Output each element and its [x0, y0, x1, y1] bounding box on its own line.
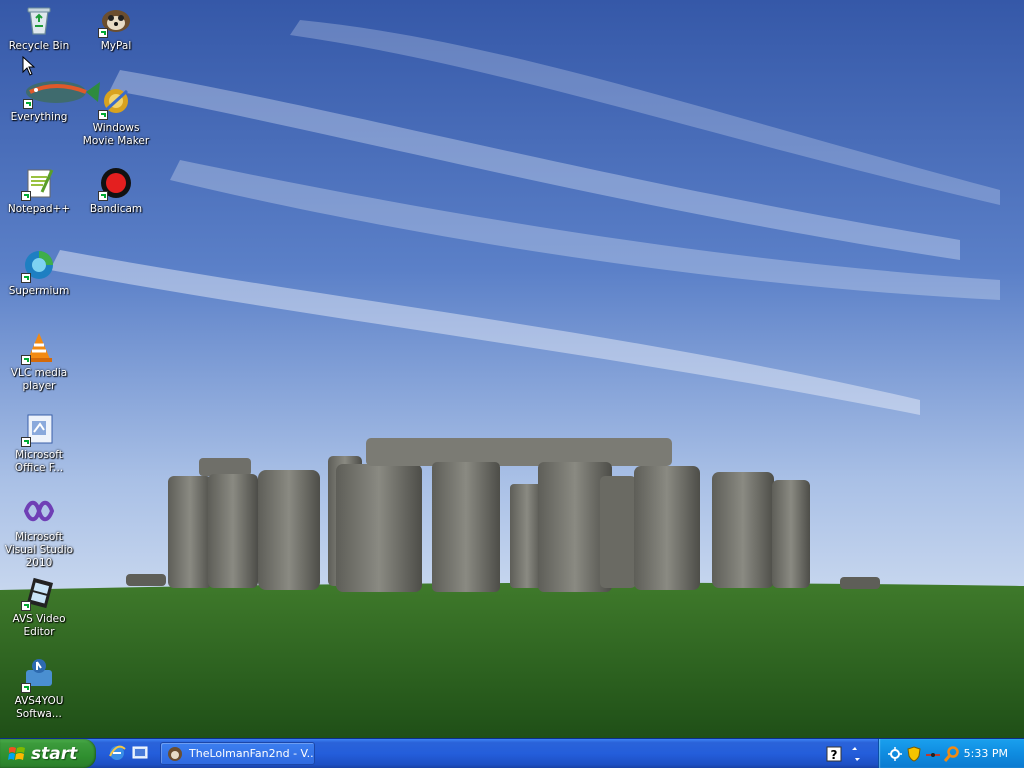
desktop-icon-label: Notepad++ [7, 203, 71, 215]
start-button[interactable]: start [0, 739, 96, 768]
desktop-icon-label: Microsoft Office F... [14, 449, 64, 474]
shortcut-arrow-icon [21, 683, 31, 693]
shortcut-arrow-icon [98, 110, 108, 120]
shortcut-arrow-icon [21, 601, 31, 611]
shortcut-arrow-icon [21, 191, 31, 201]
language-toggle-icon[interactable] [848, 746, 864, 762]
desktop-icon-label: MyPal [100, 40, 132, 52]
internet-explorer-icon[interactable] [108, 744, 126, 762]
supermium-browser-icon [21, 248, 56, 283]
shortcut-arrow-icon [21, 437, 31, 447]
shortcut-arrow-icon [98, 28, 108, 38]
network-icon[interactable] [887, 746, 903, 762]
bandicam-icon [98, 166, 133, 201]
start-label: start [31, 743, 78, 764]
desktop-icon-visual-studio[interactable]: Microsoft Visual Studio 2010 [0, 494, 78, 570]
taskbar: start TheLolmanFan2nd - V... ? 5:33 PM [0, 738, 1024, 768]
system-tray: 5:33 PM [878, 739, 1024, 768]
desktop-icon-mypal[interactable]: MyPal [77, 3, 155, 53]
desktop-icon-bandicam[interactable]: Bandicam [77, 166, 155, 216]
clock[interactable]: 5:33 PM [964, 747, 1008, 760]
desktop-icon-label: AVS Video Editor [12, 613, 66, 638]
mypal-browser-icon [98, 3, 133, 38]
desktop-icon-avs4you[interactable]: AVS4YOU Softwa... [0, 658, 78, 721]
movie-maker-icon [98, 85, 133, 120]
avs-video-editor-icon [21, 576, 56, 611]
mouse-cursor-icon [22, 56, 36, 76]
desktop-icon-windows-movie-maker[interactable]: Windows Movie Maker [77, 85, 155, 148]
search-icon[interactable] [944, 746, 960, 762]
office-document-icon [21, 412, 56, 447]
desktop-icon-label: Windows Movie Maker [82, 122, 150, 147]
visual-studio-icon [22, 494, 56, 528]
windows-logo-icon [8, 746, 25, 760]
connection-icon[interactable] [925, 746, 941, 762]
desktop-icon-avs-video-editor[interactable]: AVS Video Editor [0, 576, 78, 639]
taskbar-window-button[interactable]: TheLolmanFan2nd - V... [160, 742, 315, 765]
desktop-icon-microsoft-office[interactable]: Microsoft Office F... [0, 412, 78, 475]
vlc-cone-icon [21, 330, 56, 365]
shortcut-arrow-icon [98, 191, 108, 201]
desktop-icon-label: Everything [10, 111, 68, 123]
desktop-icon-notepad-plus-plus[interactable]: Notepad++ [0, 166, 78, 216]
avs4you-icon [21, 658, 56, 693]
desktop-icon-label: VLC media player [10, 367, 68, 392]
desktop-icon-label: Microsoft Visual Studio 2010 [4, 531, 74, 569]
desktop-icon-label: Bandicam [89, 203, 143, 215]
security-shield-icon[interactable] [906, 746, 922, 762]
show-desktop-icon[interactable] [131, 744, 149, 762]
shortcut-arrow-icon [21, 273, 31, 283]
desktop-icon-vlc-media-player[interactable]: VLC media player [0, 330, 78, 393]
desktop-icon-recycle-bin[interactable]: Recycle Bin [0, 3, 78, 53]
recycle-bin-icon [22, 3, 56, 37]
desktop-icon-label: Supermium [8, 285, 70, 297]
svg-text:?: ? [831, 748, 838, 762]
shortcut-arrow-icon [21, 355, 31, 365]
taskbar-window-title: TheLolmanFan2nd - V... [189, 747, 314, 760]
notepad-plus-plus-icon [21, 166, 56, 201]
help-icon[interactable]: ? [826, 746, 842, 762]
desktop-icon-label: AVS4YOU Softwa... [14, 695, 64, 720]
desktop-icon-supermium[interactable]: Supermium [0, 248, 78, 298]
browser-window-icon [168, 746, 182, 761]
shortcut-arrow-icon [23, 99, 33, 109]
desktop-icon-label: Recycle Bin [8, 40, 70, 52]
